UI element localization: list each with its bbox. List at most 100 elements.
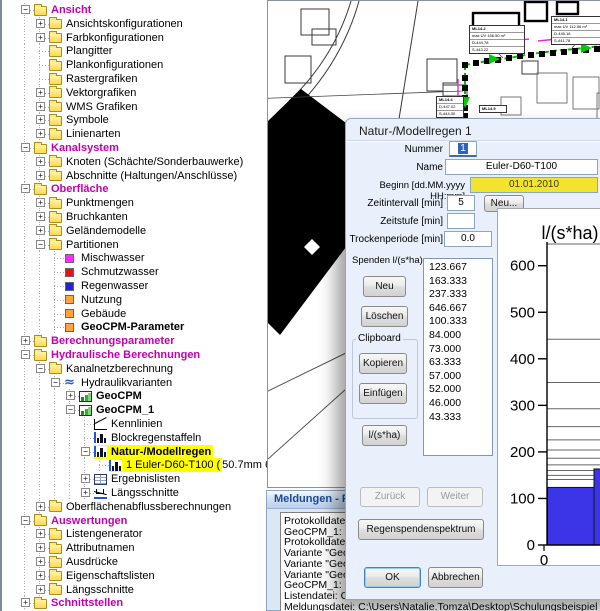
spenden-value[interactable]: 73.000 <box>429 343 492 357</box>
tree-expander-icon[interactable]: + <box>36 19 45 28</box>
tree-item[interactable]: −Kanalsystem <box>2 141 267 155</box>
beginn-field[interactable]: 01.01.2010 <box>470 177 598 193</box>
tree-expander-icon[interactable]: − <box>21 350 30 359</box>
tree-expander-icon[interactable]: + <box>36 226 45 235</box>
tree-item[interactable]: +Punktmengen <box>2 196 267 210</box>
trockenperiode-field[interactable]: 0.0 <box>444 231 492 247</box>
tree-item[interactable]: +Attributnamen <box>2 541 267 555</box>
tree-expander-icon[interactable]: − <box>36 364 45 373</box>
tree-item[interactable]: Regenwasser <box>2 279 267 293</box>
project-tree-panel[interactable]: −Ansicht+Ansichtskonfigurationen+Farbkon… <box>0 0 267 611</box>
tree-item[interactable]: −Auswertungen <box>2 514 267 528</box>
tree-expander-icon[interactable]: + <box>36 529 45 538</box>
unit-button[interactable]: l/(s*ha) <box>362 425 407 446</box>
tree-item[interactable]: Blockregenstaffeln <box>2 431 267 445</box>
spenden-value[interactable]: 646.667 <box>429 302 492 316</box>
tree-expander-icon[interactable]: + <box>36 543 45 552</box>
tree-expander-icon[interactable]: + <box>36 129 45 138</box>
tree-expander-icon[interactable]: − <box>66 405 75 414</box>
tree-expander-icon[interactable]: + <box>36 212 45 221</box>
tree-item[interactable]: Rastergrafiken <box>2 72 267 86</box>
tree-item[interactable]: +Farbkonfigurationen <box>2 31 267 45</box>
tree-expander-icon[interactable]: − <box>21 5 30 14</box>
nummer-field[interactable]: 1 <box>449 141 477 157</box>
tree-item[interactable]: Nutzung <box>2 293 267 307</box>
tree-expander-icon[interactable]: + <box>81 474 90 483</box>
tree-expander-icon[interactable]: − <box>81 447 90 456</box>
tree-expander-icon[interactable]: − <box>51 378 60 387</box>
tree-item[interactable]: +Eigenschaftslisten <box>2 569 267 583</box>
tree-item[interactable]: +Längsschnitte <box>2 486 267 500</box>
tree-item[interactable]: Plankonfigurationen <box>2 58 267 72</box>
tree-item[interactable]: −Natur-/Modellregen <box>2 445 267 459</box>
tree-item[interactable]: −Kanalnetzberechnung <box>2 362 267 376</box>
tree-item[interactable]: −Ansicht <box>2 3 267 17</box>
regenspendenspektrum-button[interactable]: Regenspendenspektrum <box>358 519 484 540</box>
tree-item[interactable]: +Knoten (Schächte/Sonderbauwerke) <box>2 155 267 169</box>
tree-item[interactable]: Gebäude <box>2 307 267 321</box>
weiter-button[interactable]: Weiter <box>427 487 483 507</box>
zeitintervall-field[interactable]: 5 <box>447 195 475 211</box>
tree-expander-icon[interactable]: + <box>21 598 30 607</box>
tree-item[interactable]: −Partitionen <box>2 238 267 252</box>
tree-expander-icon[interactable]: + <box>36 571 45 580</box>
tree-expander-icon[interactable]: + <box>36 102 45 111</box>
tree-item[interactable]: +Abschnitte (Haltungen/Anschlüsse) <box>2 169 267 183</box>
abbrechen-button[interactable]: Abbrechen <box>428 567 483 588</box>
tree-expander-icon[interactable]: + <box>36 557 45 566</box>
tree-item[interactable]: +Linienarten <box>2 127 267 141</box>
tree-item[interactable]: +Ausdrücke <box>2 555 267 569</box>
tree-item[interactable]: +Längsschnitte <box>2 583 267 597</box>
neu-button[interactable]: Neu <box>363 276 406 297</box>
tree-expander-icon[interactable]: + <box>36 585 45 594</box>
tree-item[interactable]: +WMS Grafiken <box>2 100 267 114</box>
tree-expander-icon[interactable]: + <box>36 115 45 124</box>
spenden-value[interactable]: 63.333 <box>429 356 492 370</box>
spenden-value[interactable]: 123.667 <box>429 261 492 275</box>
spenden-value[interactable]: 237.333 <box>429 288 492 302</box>
tree-expander-icon[interactable]: + <box>36 33 45 42</box>
tree-item[interactable]: +Berechnungsparameter <box>2 334 267 348</box>
tree-item[interactable]: −GeoCPM_1 <box>2 403 267 417</box>
tree-expander-icon[interactable]: + <box>36 502 45 511</box>
name-field[interactable]: Euler-D60-T100 <box>445 159 598 175</box>
spenden-value[interactable]: 84.000 <box>429 329 492 343</box>
tree-item[interactable]: +Symbole <box>2 113 267 127</box>
tree-item[interactable]: Plangitter <box>2 44 267 58</box>
tree-item[interactable]: +Listengenerator <box>2 527 267 541</box>
loeschen-button[interactable]: Löschen <box>361 306 408 327</box>
tree-item[interactable]: GeoCPM-Parameter <box>2 320 267 334</box>
tree-expander-icon[interactable]: − <box>21 184 30 193</box>
tree-item[interactable]: +Schnittstellen <box>2 596 267 610</box>
tree-item[interactable]: +Bruchkanten <box>2 210 267 224</box>
spenden-value[interactable]: 43.333 <box>429 411 492 425</box>
spenden-value[interactable]: 100.333 <box>429 315 492 329</box>
ok-button[interactable]: OK <box>364 567 421 588</box>
tree-item[interactable]: Schmutzwasser <box>2 265 267 279</box>
tree-expander-icon[interactable]: + <box>36 157 45 166</box>
kopieren-button[interactable]: Kopieren <box>359 353 407 374</box>
tree-item[interactable]: 1 Euler-D60-T100 (50.7mm 60.0mir <box>2 458 267 472</box>
tree-expander-icon[interactable]: + <box>81 488 90 497</box>
spenden-value[interactable]: 163.333 <box>429 275 492 289</box>
tree-item[interactable]: Kennlinien <box>2 417 267 431</box>
tree-expander-icon[interactable]: − <box>21 143 30 152</box>
tree-item[interactable]: −Hydraulikvarianten <box>2 376 267 390</box>
spenden-value[interactable]: 46.000 <box>429 397 492 411</box>
tree-expander-icon[interactable]: − <box>36 240 45 249</box>
tree-item[interactable]: +Vektorgrafiken <box>2 86 267 100</box>
tree-item[interactable]: +Ergebnislisten <box>2 472 267 486</box>
tree-expander-icon[interactable]: + <box>36 171 45 180</box>
tree-expander-icon[interactable]: + <box>36 198 45 207</box>
tree-item[interactable]: +GeoCPM <box>2 389 267 403</box>
spenden-value[interactable]: 57.000 <box>429 370 492 384</box>
tree-item[interactable]: +Geländemodelle <box>2 224 267 238</box>
einfuegen-button[interactable]: Einfügen <box>359 383 407 404</box>
zurueck-button[interactable]: Zurück <box>360 487 420 507</box>
tree-expander-icon[interactable]: + <box>66 391 75 400</box>
tree-item[interactable]: Mischwasser <box>2 251 267 265</box>
tree-expander-icon[interactable]: + <box>36 88 45 97</box>
tree-expander-icon[interactable]: + <box>21 336 30 345</box>
tree-item[interactable]: −Oberfläche <box>2 182 267 196</box>
tree-item[interactable]: +Oberflächenabflussberechnungen <box>2 500 267 514</box>
